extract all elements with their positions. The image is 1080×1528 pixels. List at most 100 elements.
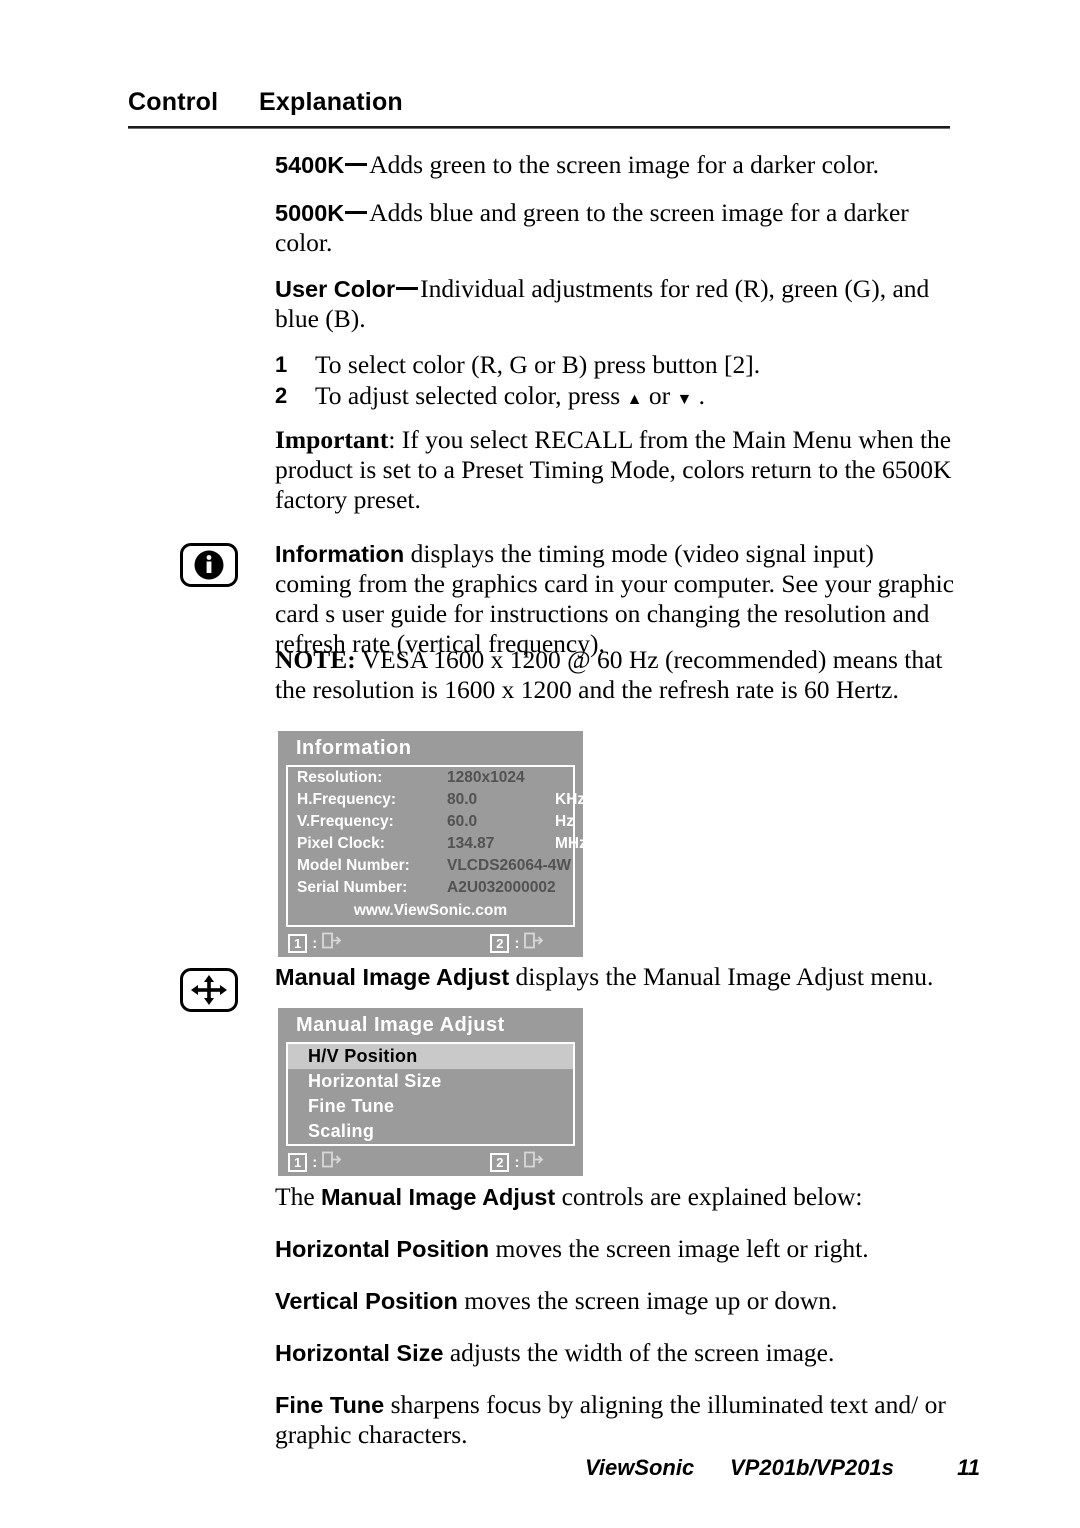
exit-icon (524, 1151, 544, 1173)
step-number: 1 (275, 352, 288, 377)
osd-title: Manual Image Adjust (296, 1014, 505, 1036)
osd-colon: : (514, 934, 520, 952)
note-text: VESA 1600 x 1200 @ 60 Hz (recommended) m… (275, 645, 943, 704)
em-dash (345, 211, 368, 214)
osd-website: www.ViewSonic.com (353, 902, 508, 919)
osd-row: Serial Number: A2U032000002 (288, 877, 573, 899)
em-dash (345, 163, 368, 166)
osd-menu-item[interactable]: H/V Position (288, 1044, 573, 1069)
step-number: 2 (275, 383, 288, 408)
information-label: Information (275, 541, 405, 567)
entry-5400k-text: Adds green to the screen image for a dar… (369, 150, 880, 179)
control-text: moves the screen image up or down. (457, 1286, 838, 1315)
entry-5000k-text: Adds blue and green to the screen image … (275, 198, 909, 257)
osd-colon: : (312, 934, 318, 952)
step-text-before: To adjust selected color, press (315, 381, 627, 410)
exit-icon (524, 932, 544, 954)
page-number: 11 (957, 1455, 980, 1480)
manual-image-adjust-paragraph: Manual Image Adjust displays the Manual … (275, 962, 955, 992)
osd-colon: : (514, 1153, 520, 1171)
info-icon (180, 543, 238, 587)
step-text: To select color (R, G or B) press button… (315, 350, 761, 379)
osd-body: Resolution: 1280x1024 H.Frequency: 80.0 … (286, 765, 587, 927)
osd-value: 80.0 (447, 791, 478, 808)
information-paragraph: Information displays the timing mode (vi… (275, 539, 955, 659)
osd-title: Information (296, 737, 412, 759)
control-horizontal-size: Horizontal Size adjusts the width of the… (275, 1338, 955, 1368)
osd-label: Model Number: (297, 857, 410, 874)
header-divider (128, 126, 950, 129)
entry-user-color-term: User Color (275, 276, 396, 302)
osd-key-1: 1 (288, 933, 308, 953)
osd-row: Model Number: VLCDS26064-4W (288, 855, 573, 877)
controls-intro-bold: Manual Image Adjust (321, 1184, 556, 1210)
control-term: Horizontal Position (275, 1236, 490, 1262)
osd-key-2: 2 (490, 933, 510, 953)
step-text-after: . (692, 381, 706, 410)
osd-value: 60.0 (447, 813, 478, 830)
osd-label: Resolution: (297, 769, 383, 786)
osd-row: Pixel Clock: 134.87 MHz (288, 833, 587, 855)
important-note: Important: If you select RECALL from the… (275, 425, 955, 515)
important-label: Important (275, 425, 389, 454)
control-fine-tune: Fine Tune sharpens focus by aligning the… (275, 1390, 955, 1450)
column-header-explanation: Explanation (259, 88, 403, 116)
osd-label: Pixel Clock: (297, 835, 385, 852)
osd-value: 134.87 (447, 835, 495, 852)
osd-menu-item[interactable]: Scaling (288, 1119, 573, 1144)
column-header-control: Control (128, 88, 219, 116)
footer-brand: ViewSonic (585, 1455, 695, 1480)
osd-value: VLCDS26064-4W (447, 857, 572, 874)
osd-value: 1280x1024 (447, 769, 525, 786)
manual-image-adjust-text: displays the Manual Image Adjust menu. (509, 962, 934, 991)
osd-menu-item[interactable]: Fine Tune (288, 1094, 573, 1119)
entry-5000k-term: 5000K (275, 200, 345, 226)
osd-unit: KHz (555, 791, 586, 808)
osd-row: V.Frequency: 60.0 Hz (288, 811, 574, 833)
entry-5400k-term: 5400K (275, 152, 345, 178)
entry-user-color: User Color Individual adjustments for red… (275, 274, 951, 334)
step-list: 1 To select color (R, G or B) press butt… (275, 350, 951, 416)
step-item: 2 To adjust selected color, press or . (275, 381, 951, 415)
exit-icon (322, 1151, 342, 1173)
note-label: NOTE: (275, 645, 356, 674)
osd-unit: Hz (555, 813, 574, 830)
arrow-down-icon (676, 381, 692, 410)
page-footer: ViewSonic VP201b/VP201s 11 (585, 1455, 980, 1481)
osd-row: Resolution: 1280x1024 (288, 767, 573, 789)
exit-icon (322, 932, 342, 954)
step-item: 1 To select color (R, G or B) press butt… (275, 350, 951, 380)
osd-footer: 1 : 2 : (278, 1148, 583, 1176)
information-note: NOTE: VESA 1600 x 1200 @ 60 Hz (recommen… (275, 645, 955, 705)
entry-5400k: 5400K Adds green to the screen image for … (275, 150, 951, 180)
osd-body: H/V Position Horizontal Size Fine Tune S… (286, 1042, 575, 1146)
step-text: To adjust selected color, press or . (315, 381, 705, 415)
osd-row: H.Frequency: 80.0 KHz (288, 789, 585, 811)
step-text-mid: or (642, 381, 677, 410)
manual-image-adjust-label: Manual Image Adjust (275, 964, 510, 990)
control-term: Fine Tune (275, 1392, 385, 1418)
controls-intro-after: controls are explained below: (555, 1182, 863, 1211)
controls-intro: The Manual Image Adjust controls are exp… (275, 1182, 955, 1212)
control-text: adjusts the width of the screen image. (443, 1338, 835, 1367)
control-term: Horizontal Size (275, 1340, 444, 1366)
table-header: Control Explanation (128, 88, 950, 117)
osd-footer: 1 : 2 : (278, 929, 583, 957)
em-dash (396, 287, 419, 290)
osd-key-2: 2 (490, 1152, 510, 1172)
footer-model: VP201b/VP201s (730, 1455, 894, 1480)
osd-key-1: 1 (288, 1152, 308, 1172)
osd-manual-image-adjust-menu: Manual Image Adjust H/V Position Horizon… (278, 1008, 583, 1176)
control-horizontal-position: Horizontal Position moves the screen ima… (275, 1234, 955, 1264)
entry-5000k: 5000K Adds blue and green to the screen i… (275, 198, 951, 258)
control-term: Vertical Position (275, 1288, 458, 1314)
arrow-up-icon (627, 381, 643, 410)
osd-value: A2U032000002 (447, 879, 556, 896)
osd-menu-item[interactable]: Horizontal Size (288, 1069, 573, 1094)
four-way-arrow-icon (180, 968, 238, 1012)
control-text: moves the screen image left or right. (489, 1234, 869, 1263)
osd-information-menu: Information Resolution: 1280x1024 H.Freq… (278, 731, 587, 957)
control-vertical-position: Vertical Position moves the screen image… (275, 1286, 955, 1316)
osd-label: Serial Number: (297, 879, 408, 896)
osd-label: H.Frequency: (297, 791, 397, 808)
